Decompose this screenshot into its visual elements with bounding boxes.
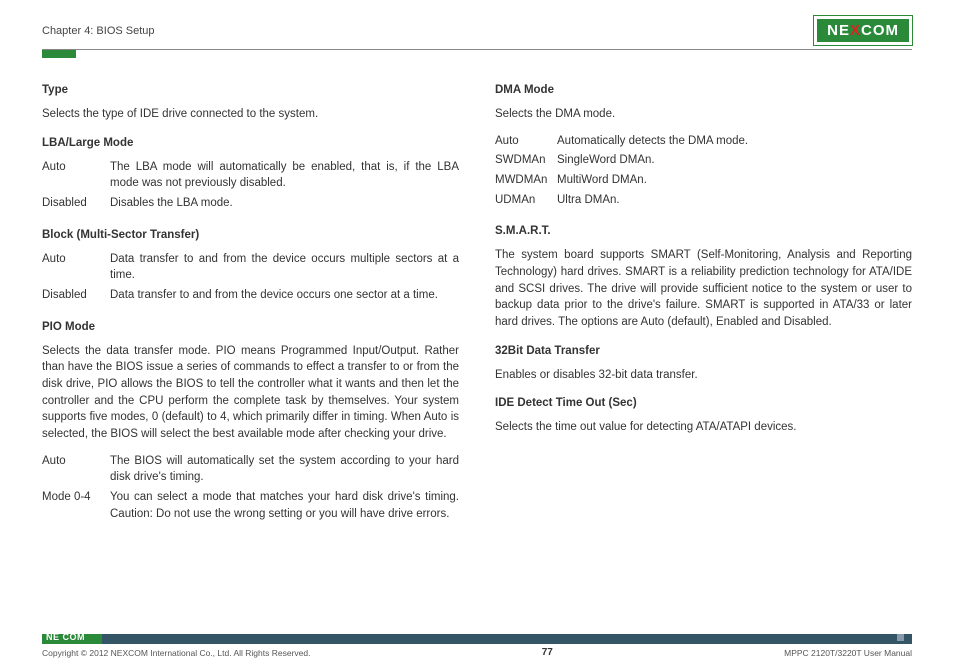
- lba-table: AutoThe LBA mode will automatically be e…: [42, 159, 459, 215]
- table-row: UDMAnUltra DMAn.: [495, 192, 912, 212]
- footer-squares-icon: [897, 634, 912, 641]
- manual-name: MPPC 2120T/3220T User Manual: [784, 648, 912, 658]
- chapter-title: Chapter 4: BIOS Setup: [42, 25, 155, 37]
- pio-text: Selects the data transfer mode. PIO mean…: [42, 343, 459, 443]
- pio-table: AutoThe BIOS will automatically set the …: [42, 453, 459, 526]
- dma-text: Selects the DMA mode.: [495, 106, 912, 123]
- dma-heading: DMA Mode: [495, 84, 912, 96]
- green-tab: [42, 50, 76, 58]
- page-header: Chapter 4: BIOS Setup NEXCOM: [42, 0, 912, 47]
- nexcom-logo: NEXCOM: [814, 16, 912, 45]
- dma-table: AutoAutomatically detects the DMA mode. …: [495, 133, 912, 212]
- lba-heading: LBA/Large Mode: [42, 137, 459, 149]
- ide-text: Selects the time out value for detecting…: [495, 419, 912, 436]
- type-text: Selects the type of IDE drive connected …: [42, 106, 459, 123]
- header-rule: [42, 49, 912, 50]
- page-footer: NE COM Copyright © 2012 NEXCOM Internati…: [42, 634, 912, 658]
- table-row: SWDMAnSingleWord DMAn.: [495, 152, 912, 172]
- left-column: Type Selects the type of IDE drive conne…: [42, 84, 459, 525]
- right-column: DMA Mode Selects the DMA mode. AutoAutom…: [495, 84, 912, 525]
- table-row: DisabledData transfer to and from the de…: [42, 287, 459, 307]
- smart-text: The system board supports SMART (Self-Mo…: [495, 247, 912, 330]
- table-row: DisabledDisables the LBA mode.: [42, 195, 459, 215]
- table-row: Mode 0-4You can select a mode that match…: [42, 489, 459, 525]
- ide-heading: IDE Detect Time Out (Sec): [495, 397, 912, 409]
- table-row: AutoAutomatically detects the DMA mode.: [495, 133, 912, 153]
- copyright-text: Copyright © 2012 NEXCOM International Co…: [42, 648, 310, 658]
- table-row: MWDMAnMultiWord DMAn.: [495, 172, 912, 192]
- content-area: Type Selects the type of IDE drive conne…: [42, 84, 912, 525]
- table-row: AutoThe LBA mode will automatically be e…: [42, 159, 459, 195]
- table-row: AutoData transfer to and from the device…: [42, 251, 459, 287]
- bit32-text: Enables or disables 32-bit data transfer…: [495, 367, 912, 384]
- page-number: 77: [542, 647, 553, 658]
- table-row: AutoThe BIOS will automatically set the …: [42, 453, 459, 489]
- type-heading: Type: [42, 84, 459, 96]
- footer-logo: NE COM: [46, 632, 85, 642]
- smart-heading: S.M.A.R.T.: [495, 225, 912, 237]
- footer-bar: NE COM: [42, 634, 912, 644]
- block-table: AutoData transfer to and from the device…: [42, 251, 459, 307]
- pio-heading: PIO Mode: [42, 321, 459, 333]
- bit32-heading: 32Bit Data Transfer: [495, 345, 912, 357]
- block-heading: Block (Multi-Sector Transfer): [42, 229, 459, 241]
